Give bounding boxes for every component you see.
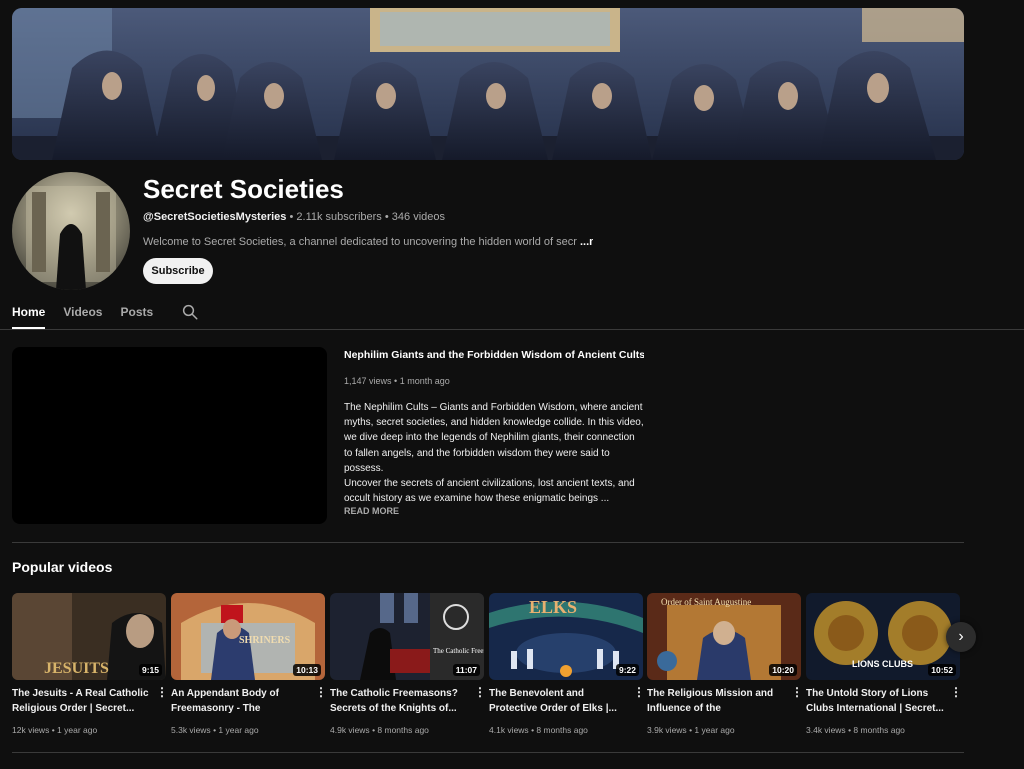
video-title[interactable]: An Appendant Body of Freemasonry - The S… <box>171 686 311 716</box>
video-count: 346 videos <box>391 211 445 223</box>
video-title[interactable]: The Jesuits - A Real Catholic Religious … <box>12 686 152 716</box>
video-title[interactable]: The Catholic Freemasons? Secrets of the … <box>330 686 470 716</box>
more-vert-icon[interactable]: ⋮ <box>315 686 327 698</box>
video-age: 1 year ago <box>694 725 735 735</box>
tabs-divider <box>0 329 1024 330</box>
featured-description-paragraph: Uncover the secrets of ancient civilizat… <box>344 478 635 505</box>
video-card[interactable]: LIONS CLUBS 10:52 The Untold Story of Li… <box>806 593 962 735</box>
more-link[interactable]: ...more <box>580 236 593 248</box>
video-duration: 9:15 <box>138 664 162 676</box>
video-age: 8 months ago <box>536 725 588 735</box>
featured-age: 1 month ago <box>399 376 450 386</box>
video-card[interactable]: JESUITS 9:15 The Jesuits - A Real Cathol… <box>12 593 168 735</box>
channel-avatar[interactable] <box>12 172 130 290</box>
video-thumbnail[interactable]: LIONS CLUBS 10:52 <box>806 593 960 680</box>
more-vert-icon[interactable]: ⋮ <box>156 686 168 698</box>
video-card[interactable]: ELKS 9:22 The Benevolent and Protective … <box>489 593 645 735</box>
video-views: 3.9k views <box>647 725 687 735</box>
featured-views: 1,147 views <box>344 376 392 386</box>
video-card[interactable]: SHRINERS 10:13 An Appendant Body of Free… <box>171 593 327 735</box>
video-thumbnail[interactable]: The Catholic Freemasons? 11:07 <box>330 593 484 680</box>
video-thumbnail[interactable]: JESUITS 9:15 <box>12 593 166 680</box>
popular-videos-heading: Popular videos <box>12 559 113 575</box>
video-duration: 10:13 <box>293 664 321 676</box>
chevron-right-icon: › <box>958 628 964 645</box>
section-divider <box>12 752 964 753</box>
video-title[interactable]: The Benevolent and Protective Order of E… <box>489 686 629 716</box>
video-thumbnail[interactable]: Order of Saint Augustine 10:20 <box>647 593 801 680</box>
channel-tabs: Home Videos Posts <box>12 300 199 329</box>
thumbnail-text: The Catholic Freemasons? <box>433 647 484 655</box>
video-views: 4.1k views <box>489 725 529 735</box>
featured-video-meta: 1,147 views • 1 month ago <box>344 376 450 386</box>
thumbnail-text: JESUITS <box>44 660 109 677</box>
more-vert-icon[interactable]: ⋮ <box>791 686 803 698</box>
channel-handle[interactable]: @SecretSocietiesMysteries <box>143 211 286 223</box>
video-meta: 5.3k views • 1 year ago <box>171 725 259 735</box>
featured-video-player[interactable] <box>12 347 327 524</box>
video-meta: 3.4k views • 8 months ago <box>806 725 905 735</box>
video-meta: 4.9k views • 8 months ago <box>330 725 429 735</box>
channel-banner <box>12 8 964 160</box>
carousel-next-button[interactable]: › <box>946 622 976 652</box>
video-duration: 9:22 <box>615 664 639 676</box>
featured-video-title[interactable]: Nephilim Giants and the Forbidden Wisdom… <box>344 349 644 361</box>
tab-posts[interactable]: Posts <box>120 300 153 329</box>
video-views: 12k views <box>12 725 50 735</box>
video-views: 5.3k views <box>171 725 211 735</box>
subscriber-count: 2.11k subscribers <box>296 211 382 223</box>
video-card[interactable]: The Catholic Freemasons? 11:07 The Catho… <box>330 593 486 735</box>
featured-video-description: The Nephilim Cults – Giants and Forbidde… <box>344 400 644 506</box>
video-duration: 10:20 <box>769 664 797 676</box>
featured-description-paragraph: The Nephilim Cults – Giants and Forbidde… <box>344 402 644 474</box>
thumbnail-text: ELKS <box>529 597 577 617</box>
video-meta: 12k views • 1 year ago <box>12 725 97 735</box>
video-title[interactable]: The Religious Mission and Influence of t… <box>647 686 787 716</box>
channel-meta: @SecretSocietiesMysteries • 2.11k subscr… <box>143 211 445 223</box>
more-vert-icon[interactable]: ⋮ <box>950 686 962 698</box>
section-divider <box>12 542 964 543</box>
video-title[interactable]: The Untold Story of Lions Clubs Internat… <box>806 686 946 716</box>
thumbnail-text: SHRINERS <box>239 635 291 646</box>
video-views: 3.4k views <box>806 725 846 735</box>
video-thumbnail[interactable]: ELKS 9:22 <box>489 593 643 680</box>
video-thumbnail[interactable]: SHRINERS 10:13 <box>171 593 325 680</box>
video-age: 1 year ago <box>218 725 259 735</box>
video-duration: 11:07 <box>452 664 480 676</box>
tab-home[interactable]: Home <box>12 300 46 329</box>
channel-description-text: Welcome to Secret Societies, a channel d… <box>143 236 577 248</box>
meta-separator: • <box>384 211 392 223</box>
more-vert-icon[interactable]: ⋮ <box>474 686 486 698</box>
video-meta: 4.1k views • 8 months ago <box>489 725 588 735</box>
subscribe-button[interactable]: Subscribe <box>143 258 213 284</box>
video-card[interactable]: Order of Saint Augustine 10:20 The Relig… <box>647 593 803 735</box>
read-more-link[interactable]: READ MORE <box>344 506 399 516</box>
video-meta: 3.9k views • 1 year ago <box>647 725 735 735</box>
thumbnail-text: Order of Saint Augustine <box>661 597 751 607</box>
video-views: 4.9k views <box>330 725 370 735</box>
video-age: 8 months ago <box>377 725 429 735</box>
video-duration: 10:52 <box>928 664 956 676</box>
search-icon[interactable] <box>181 303 199 321</box>
video-age: 1 year ago <box>57 725 98 735</box>
tab-videos[interactable]: Videos <box>63 300 102 329</box>
video-age: 8 months ago <box>853 725 905 735</box>
channel-title: Secret Societies <box>143 174 344 204</box>
channel-description[interactable]: Welcome to Secret Societies, a channel d… <box>143 236 593 248</box>
more-vert-icon[interactable]: ⋮ <box>633 686 645 698</box>
thumbnail-text: LIONS CLUBS <box>852 659 913 669</box>
